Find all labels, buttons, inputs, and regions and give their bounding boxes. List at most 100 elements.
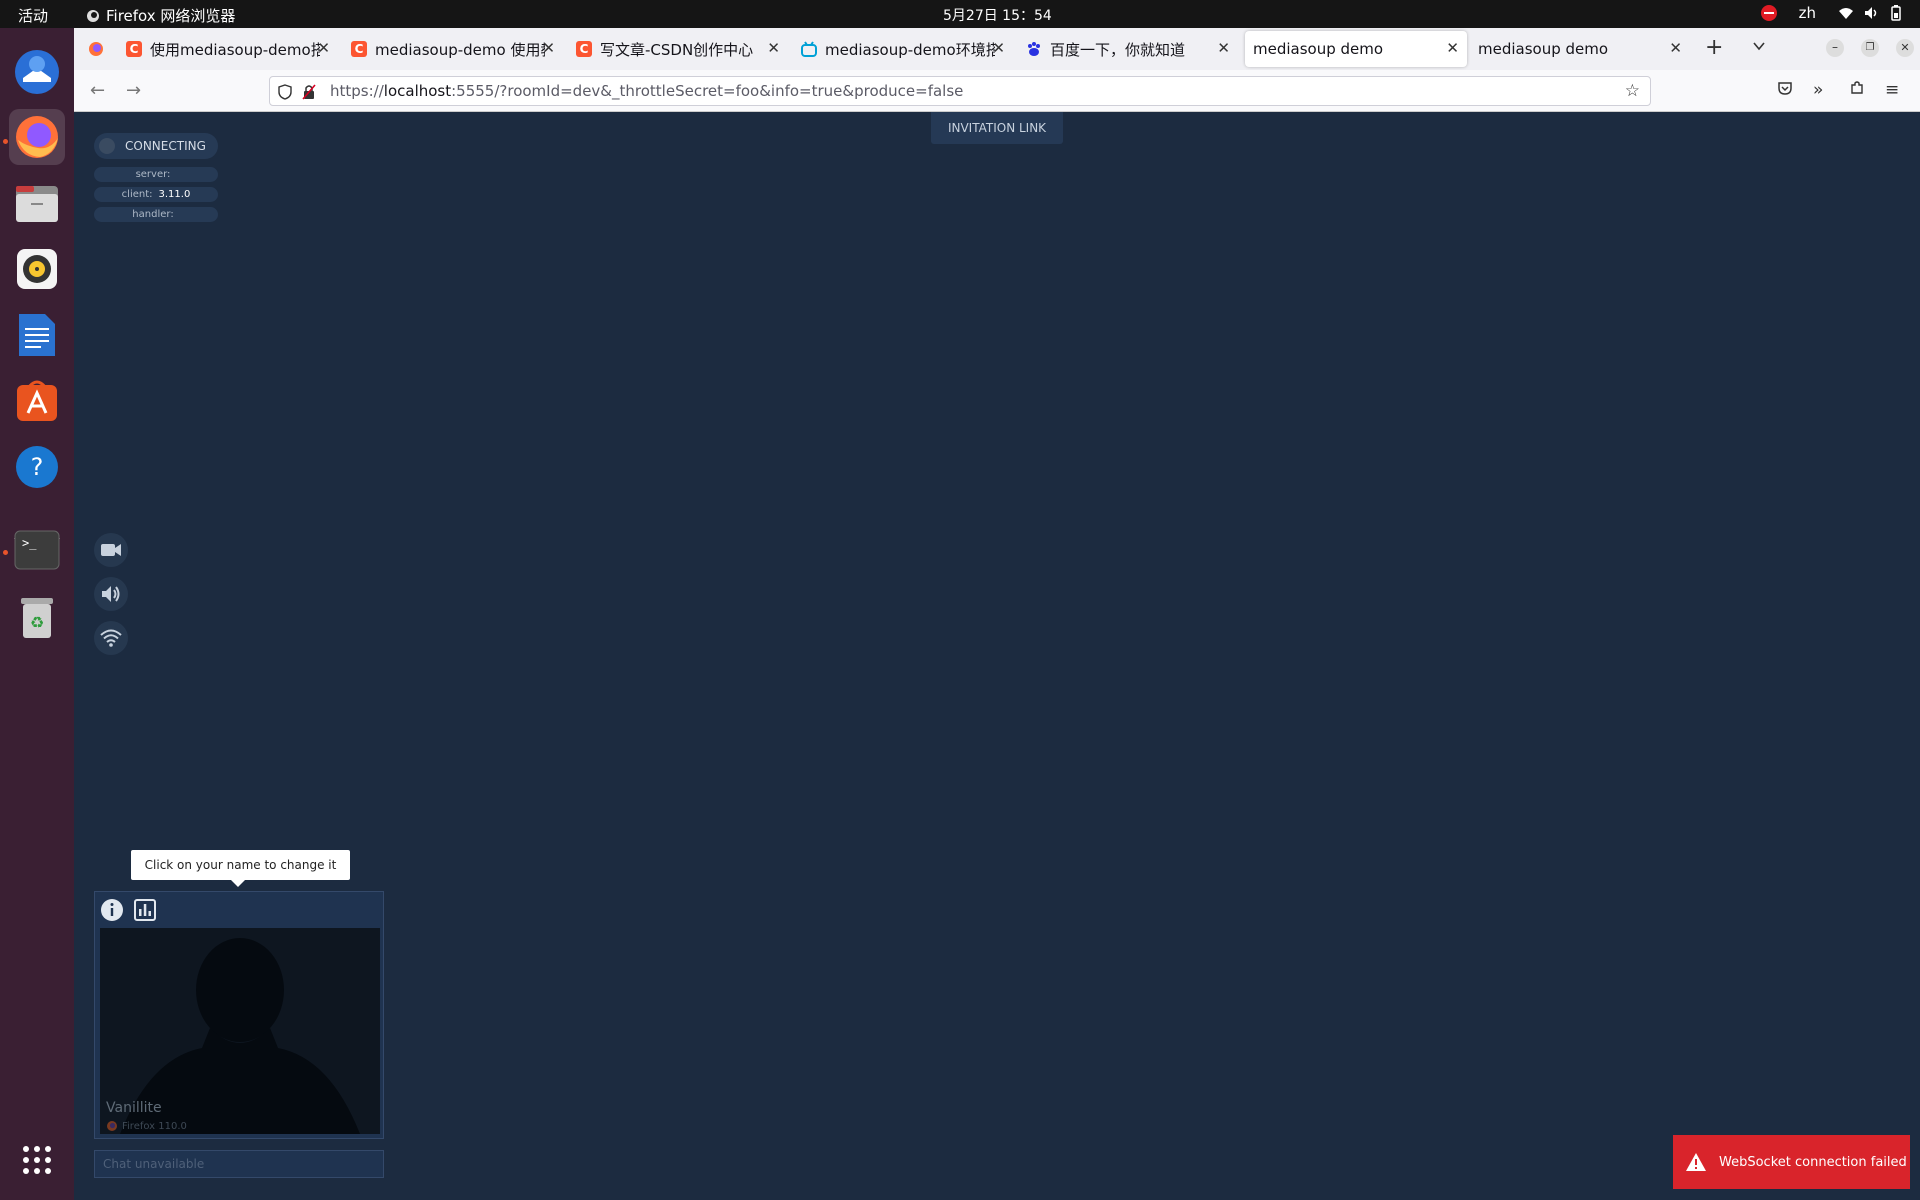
- display-name[interactable]: Vanillite: [106, 1100, 162, 1116]
- files-launcher[interactable]: [9, 175, 65, 231]
- close-icon[interactable]: ✕: [992, 39, 1005, 57]
- rhythmbox-launcher[interactable]: [9, 241, 65, 297]
- terminal-icon: >_: [14, 530, 60, 570]
- rhythmbox-icon: [17, 249, 57, 289]
- libreoffice-writer-icon: [19, 314, 55, 356]
- activities-button[interactable]: 活动: [18, 5, 48, 26]
- tab-0[interactable]: C 使用mediasoup-demo搭建 ✕: [118, 31, 338, 67]
- tab-3[interactable]: mediasoup-demo环境搭建 ✕: [793, 31, 1013, 67]
- wifi-icon: [100, 629, 122, 647]
- url-bar[interactable]: https://localhost:5555/?roomId=dev&_thro…: [269, 76, 1651, 106]
- csdn-icon: C: [126, 41, 142, 57]
- close-icon[interactable]: ✕: [317, 39, 330, 57]
- show-apps-button[interactable]: [9, 1132, 65, 1188]
- audio-toggle-button[interactable]: [94, 577, 128, 611]
- tab-title: mediasoup-demo 使用教程: [375, 40, 545, 59]
- svg-text:?: ?: [31, 453, 44, 481]
- info-button[interactable]: [100, 898, 124, 926]
- writer-launcher[interactable]: [9, 307, 65, 363]
- invitation-link-button[interactable]: INVITATION LINK: [931, 112, 1063, 144]
- forward-button[interactable]: →: [126, 80, 141, 101]
- wifi-icon: [1839, 8, 1853, 19]
- nav-bar: ← → https://localhost:5555/?roomId=dev&_…: [74, 70, 1920, 112]
- close-icon[interactable]: ✕: [542, 39, 555, 57]
- running-indicator: [3, 550, 8, 555]
- overflow-chevron-icon[interactable]: »: [1813, 80, 1823, 100]
- firefox-icon: [107, 1121, 117, 1131]
- battery-icon: [1891, 5, 1901, 21]
- warning-icon: [1686, 1153, 1706, 1171]
- close-icon[interactable]: ✕: [1217, 39, 1230, 57]
- thunderbird-launcher[interactable]: [9, 44, 65, 100]
- change-name-tooltip: Click on your name to change it: [131, 850, 350, 887]
- app-center-launcher[interactable]: [9, 373, 65, 429]
- tab-title: 使用mediasoup-demo搭建: [150, 40, 320, 59]
- extensions-icon[interactable]: [1849, 80, 1865, 101]
- local-peer-card: Vanillite Firefox 110.0: [94, 891, 384, 1139]
- info-icon: [101, 899, 123, 921]
- app-grid-icon: [23, 1146, 51, 1174]
- minimize-button[interactable]: –: [1826, 39, 1844, 57]
- url-rest: :5555/?roomId=dev&_throttleSecret=foo&in…: [451, 82, 964, 100]
- tab-6[interactable]: mediasoup demo ✕: [1470, 31, 1690, 67]
- bilibili-icon: [801, 41, 817, 57]
- stats-button[interactable]: [133, 898, 157, 926]
- help-icon: ?: [16, 446, 58, 488]
- handler-info: handler:: [94, 207, 218, 222]
- tab-1[interactable]: C mediasoup-demo 使用教程 ✕: [343, 31, 563, 67]
- webcam-toggle-button[interactable]: [94, 533, 128, 567]
- trash-icon: ♻: [21, 598, 53, 638]
- new-tab-button[interactable]: +: [1705, 35, 1723, 60]
- close-icon[interactable]: ✕: [767, 39, 780, 57]
- lock-warning-icon[interactable]: [302, 84, 316, 100]
- room-page: INVITATION LINK CONNECTING server: clien…: [74, 112, 1920, 1200]
- app-center-icon: [17, 380, 57, 421]
- csdn-icon: C: [576, 41, 592, 57]
- tab-2[interactable]: C 写文章-CSDN创作中心 ✕: [568, 31, 788, 67]
- volume-icon: [1865, 7, 1877, 19]
- server-info: server:: [94, 167, 218, 182]
- thunderbird-icon: [15, 50, 59, 94]
- svg-text:>_: >_: [22, 536, 37, 550]
- app-menu-label: Firefox 网络浏览器: [106, 7, 236, 25]
- back-button[interactable]: ←: [90, 80, 105, 101]
- restore-button[interactable]: ❐: [1861, 39, 1879, 57]
- firefox-launcher[interactable]: [9, 109, 65, 165]
- tab-title: mediasoup demo: [1478, 40, 1609, 58]
- hamburger-menu-icon[interactable]: ≡: [1885, 80, 1899, 100]
- terminal-launcher[interactable]: >_: [9, 522, 65, 578]
- svg-text:♻: ♻: [30, 613, 44, 632]
- files-icon: [16, 186, 58, 222]
- close-window-button[interactable]: ✕: [1896, 39, 1914, 57]
- handler-label: handler:: [132, 209, 174, 220]
- system-tray[interactable]: zh: [1760, 4, 1902, 22]
- running-indicator: [3, 139, 8, 144]
- clock[interactable]: 5月27日 15：54: [943, 5, 1052, 25]
- shield-icon[interactable]: [278, 84, 292, 100]
- tab-5[interactable]: mediasoup demo ✕: [1245, 31, 1467, 67]
- pocket-icon[interactable]: [1777, 80, 1793, 101]
- error-notification[interactable]: WebSocket connection failed: [1673, 1135, 1910, 1189]
- device-info: Firefox 110.0: [106, 1120, 187, 1132]
- chat-input[interactable]: Chat unavailable: [94, 1150, 384, 1178]
- tab-list-button[interactable]: [1752, 38, 1766, 57]
- tab-strip: C 使用mediasoup-demo搭建 ✕ C mediasoup-demo …: [74, 28, 1920, 70]
- room-state-badge: CONNECTING: [94, 133, 218, 159]
- chevron-down-icon: [1753, 42, 1765, 51]
- input-method-indicator[interactable]: zh: [1799, 4, 1816, 22]
- network-stats-button[interactable]: [94, 621, 128, 655]
- close-icon[interactable]: ✕: [1446, 39, 1459, 57]
- tab-4[interactable]: 百度一下，你就知道 ✕: [1018, 31, 1238, 67]
- close-icon[interactable]: ✕: [1669, 39, 1682, 57]
- tab-title: mediasoup demo: [1253, 40, 1384, 58]
- firefox-view-icon[interactable]: [88, 41, 104, 61]
- bookmark-star-icon[interactable]: ☆: [1625, 77, 1640, 105]
- help-launcher[interactable]: ?: [9, 439, 65, 495]
- app-menu[interactable]: Firefox 网络浏览器: [86, 5, 235, 26]
- firefox-small-icon: [87, 9, 99, 22]
- trash-launcher[interactable]: ♻: [9, 590, 65, 646]
- tab-title: 百度一下，你就知道: [1050, 40, 1186, 59]
- firefox-icon: [16, 116, 58, 158]
- do-not-disturb-icon: [1760, 5, 1777, 21]
- client-info: client: 3.11.0: [94, 187, 218, 202]
